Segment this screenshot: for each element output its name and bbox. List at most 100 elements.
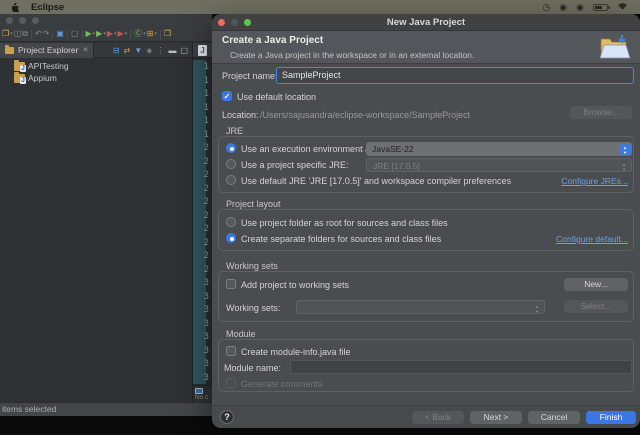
toolbar-separator: [82, 30, 83, 39]
toolbar-separator: [130, 30, 131, 39]
project-name-label: Project name:: [222, 71, 278, 81]
add-to-working-sets-label: Add project to working sets: [241, 280, 349, 290]
wifi-icon[interactable]: [617, 2, 628, 12]
help-button[interactable]: ?: [220, 410, 234, 424]
separate-folders-radio[interactable]: [226, 233, 236, 243]
configure-jres-link[interactable]: Configure JREs...: [561, 176, 628, 186]
eclipse-zoom-button[interactable]: [32, 17, 39, 24]
battery-icon[interactable]: [593, 4, 608, 11]
search-icon[interactable]: ▢: [71, 30, 79, 38]
eclipse-close-button[interactable]: [6, 17, 13, 24]
stepper-icon: ▲▼: [619, 161, 630, 172]
active-app-name[interactable]: Eclipse: [31, 2, 64, 13]
configure-default-link[interactable]: Configure default...: [556, 234, 628, 244]
project-folder-root-radio[interactable]: [226, 217, 236, 227]
exec-env-jre-label: Use an execution environment JRE:: [241, 144, 385, 154]
toolbar-separator: [52, 30, 53, 39]
apple-logo-icon[interactable]: [10, 1, 19, 14]
new-java-project-dialog: New Java Project Create a Java Project C…: [212, 14, 640, 428]
import-icon[interactable]: ❐: [164, 30, 171, 38]
location-label: Location:: [222, 110, 259, 120]
screen-record-status-icon[interactable]: ◉: [559, 2, 567, 13]
editor-strip: J 111111222222222233333333 No c: [192, 43, 212, 402]
tree-item-label: Appium: [28, 73, 57, 83]
undo-icon[interactable]: ↶: [35, 30, 42, 38]
use-default-location-checkbox[interactable]: ✓: [222, 91, 232, 101]
maximize-view-icon[interactable]: ▢: [180, 46, 188, 55]
chevron-down-icon[interactable]: ▾: [143, 30, 146, 38]
close-tab-icon[interactable]: ✕: [82, 46, 88, 54]
editor-tab[interactable]: J: [193, 43, 212, 58]
finish-button[interactable]: Finish: [586, 411, 636, 424]
chevron-down-icon[interactable]: ▾: [93, 30, 96, 38]
new-project-folder-icon: [598, 34, 632, 66]
user-switch-status-icon[interactable]: ◉: [576, 2, 584, 13]
browse-button[interactable]: Browse...: [570, 106, 632, 119]
explorer-toolbar: ⊟ ⇄ ▼ ◈ ⋮ ▬ ▢: [113, 46, 192, 55]
run-icon[interactable]: ▶: [96, 30, 102, 38]
separate-folders-label: Create separate folders for sources and …: [241, 234, 441, 244]
coverage-icon[interactable]: ▶: [118, 30, 124, 38]
next-button[interactable]: Next >: [470, 411, 522, 424]
tab-project-explorer[interactable]: Project Explorer ✕: [0, 43, 94, 58]
save-all-icon[interactable]: ⧉: [22, 30, 28, 38]
editor-gutter[interactable]: 111111222222222233333333: [193, 60, 213, 384]
working-sets-label: Working sets:: [226, 303, 280, 313]
new-working-set-button[interactable]: New...: [564, 278, 628, 291]
chevron-down-icon[interactable]: ▾: [154, 30, 157, 38]
project-layout-group-label: Project layout: [226, 199, 281, 209]
default-jre-label: Use default JRE 'JRE [17.0.5]' and works…: [241, 176, 511, 186]
focus-icon[interactable]: ◈: [146, 46, 152, 55]
project-specific-jre-radio[interactable]: [226, 159, 236, 169]
project-name-input[interactable]: SampleProject: [276, 67, 634, 84]
exec-env-jre-radio[interactable]: [226, 143, 236, 153]
minimize-view-icon[interactable]: ▬: [168, 46, 176, 55]
chevron-down-icon[interactable]: ▾: [114, 30, 117, 38]
chevron-down-icon[interactable]: ▾: [125, 30, 128, 38]
new-java-class-icon[interactable]: Ⓒ: [134, 30, 142, 38]
select-working-set-button[interactable]: Select...: [564, 300, 628, 313]
new-wizard-icon[interactable]: ❐: [2, 30, 9, 38]
new-java-package-icon[interactable]: ⊞: [147, 30, 154, 38]
toolbar-separator: [67, 30, 68, 39]
eclipse-window: ❐▾ ◫ ⧉ ↶ ↷ ▣ ▢ ▶▾ ▶▾ ▶▾ ▶▾ Ⓒ▾ ⊞▾ ❐ Proje…: [0, 14, 212, 416]
project-tree: J APITesting J Appium: [0, 59, 192, 402]
clock-status-icon[interactable]: ◷: [542, 2, 550, 13]
external-tools-icon[interactable]: ▶: [86, 30, 92, 38]
link-with-editor-icon[interactable]: ⇄: [124, 46, 131, 55]
collapse-all-icon[interactable]: ⊟: [113, 46, 120, 55]
open-perspective-icon[interactable]: ▣: [56, 30, 64, 38]
project-explorer-view: Project Explorer ✕ ⊟ ⇄ ▼ ◈ ⋮ ▬ ▢ J APITe…: [0, 43, 192, 402]
exec-env-jre-select[interactable]: JavaSE-22▲▼: [366, 142, 632, 156]
view-menu-icon[interactable]: ⋮: [156, 46, 164, 55]
tree-item-appium[interactable]: J Appium: [0, 72, 192, 84]
tree-item-apitesting[interactable]: J APITesting: [0, 60, 192, 72]
dialog-titlebar[interactable]: New Java Project: [212, 14, 640, 31]
back-button[interactable]: < Back: [412, 411, 464, 424]
project-layout-group-box: [218, 209, 634, 251]
wizard-title: Create a Java Project: [222, 35, 323, 46]
wizard-banner: Create a Java Project Create a Java proj…: [212, 31, 640, 64]
save-icon[interactable]: ◫: [14, 30, 22, 38]
folder-icon: [5, 47, 14, 54]
stepper-icon: ▲▼: [532, 303, 543, 314]
macos-menubar: Eclipse ◷ ◉ ◉: [0, 0, 640, 14]
chevron-down-icon[interactable]: ▾: [10, 30, 13, 38]
module-name-label: Module name:: [224, 363, 281, 373]
project-specific-jre-select: JRE [17.0.5]▲▼: [366, 158, 632, 172]
chevron-down-icon[interactable]: ▾: [103, 30, 106, 38]
cancel-button[interactable]: Cancel: [528, 411, 580, 424]
redo-icon[interactable]: ↷: [43, 30, 50, 38]
status-text: items selected: [2, 404, 56, 414]
java-project-icon: J: [14, 62, 25, 71]
add-to-working-sets-checkbox[interactable]: [226, 279, 236, 289]
default-jre-radio[interactable]: [226, 175, 236, 185]
menubar-status-icons: ◷ ◉ ◉: [542, 2, 628, 13]
eclipse-main-toolbar: ❐▾ ◫ ⧉ ↶ ↷ ▣ ▢ ▶▾ ▶▾ ▶▾ ▶▾ Ⓒ▾ ⊞▾ ❐: [0, 27, 212, 42]
jre-group-label: JRE: [226, 126, 243, 136]
debug-icon[interactable]: ▶: [107, 30, 113, 38]
filter-icon[interactable]: ▼: [134, 46, 142, 55]
project-specific-jre-label: Use a project specific JRE:: [241, 160, 349, 170]
create-module-info-checkbox[interactable]: [226, 346, 236, 356]
eclipse-minimize-button[interactable]: [19, 17, 26, 24]
